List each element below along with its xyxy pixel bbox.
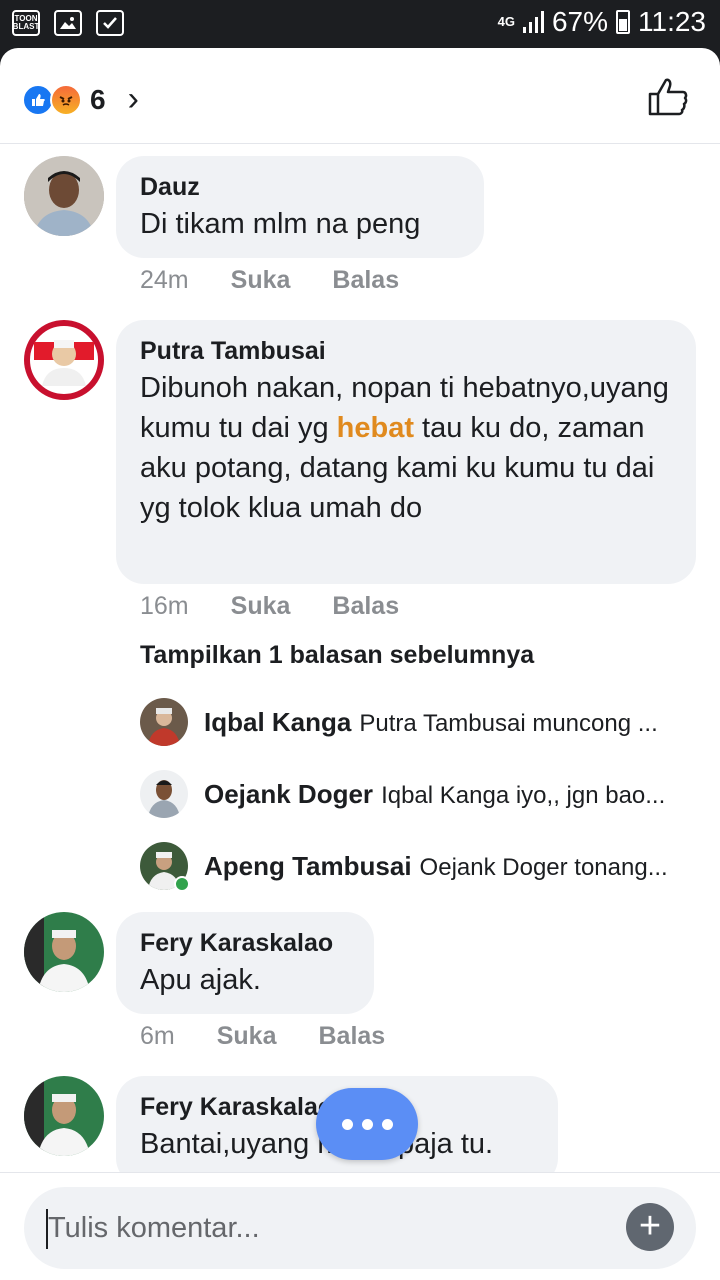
show-previous-replies-link[interactable]: Tampilkan 1 balasan sebelumnya: [140, 641, 534, 670]
dot-icon: [381, 1118, 393, 1130]
comment-text: Apu ajak.: [140, 964, 261, 996]
angry-icon: [50, 83, 82, 116]
comment-text: Dibunoh nakan, nopan ti hebatnyo,uyang k…: [140, 372, 669, 524]
dot-icon: [341, 1118, 353, 1130]
network-type: 4G: [497, 14, 515, 29]
reaction-count: 6: [90, 83, 106, 115]
avatar-putra-tambusai[interactable]: [24, 320, 104, 400]
comment-time: 16m: [140, 592, 189, 620]
reply-button[interactable]: Balas: [319, 1022, 386, 1051]
comment-time: 24m: [140, 266, 189, 294]
like-button[interactable]: Suka: [231, 266, 291, 295]
comment-input[interactable]: [24, 1187, 696, 1269]
reply-item[interactable]: Oejank Doger Iqbal Kanga iyo,, jgn bao...: [140, 768, 700, 820]
comment-actions: 24m Suka Balas: [140, 266, 441, 295]
add-attachment-icon[interactable]: +: [626, 1203, 674, 1251]
reply-author[interactable]: Iqbal Kanga: [204, 707, 351, 737]
comment-bubble[interactable]: Fery Karaskalao Apu ajak.: [116, 912, 374, 1014]
toon-blast-app-icon: TOON BLAST: [12, 10, 40, 36]
avatar[interactable]: [140, 770, 188, 818]
task-check-icon: [96, 10, 124, 36]
online-status-dot: [174, 876, 190, 892]
more-options-button[interactable]: [316, 1088, 418, 1160]
text-caret: [46, 1209, 48, 1249]
comments-sheet: 6 › Dauz Di tikam mlm na peng 24m Suka B…: [0, 48, 720, 1280]
thumbs-up-icon[interactable]: [646, 74, 690, 118]
reply-button[interactable]: Balas: [332, 592, 399, 621]
like-button[interactable]: Suka: [231, 592, 291, 621]
avatar[interactable]: [140, 842, 190, 892]
dot-icon: [361, 1118, 373, 1130]
avatar[interactable]: [140, 698, 188, 746]
comment-author[interactable]: Putra Tambusai: [140, 334, 672, 368]
signal-icon: [522, 11, 544, 33]
battery-percent: 67%: [551, 6, 608, 37]
clock: 11:23: [638, 6, 706, 37]
chevron-right-icon[interactable]: ›: [128, 80, 139, 119]
avatar-fery-karaskalao[interactable]: [24, 1076, 104, 1156]
reply-author[interactable]: Oejank Doger: [204, 779, 373, 809]
reply-item[interactable]: Apeng Tambusai Oejank Doger tonang...: [140, 840, 700, 892]
reactions-header: 6 ›: [0, 48, 720, 144]
comment-time: 6m: [140, 1022, 175, 1050]
battery-icon: [616, 10, 630, 34]
gallery-icon: [54, 10, 82, 36]
reply-text: Putra Tambusai muncong ...: [359, 709, 658, 737]
comment-composer: +: [0, 1172, 720, 1280]
highlighted-word-link[interactable]: hebat: [337, 412, 414, 444]
reply-button[interactable]: Balas: [332, 266, 399, 295]
comment-bubble[interactable]: Dauz Di tikam mlm na peng: [116, 156, 484, 258]
reply-text: Oejank Doger tonang...: [419, 853, 668, 881]
avatar-dauz[interactable]: [24, 156, 104, 236]
reactions-summary[interactable]: 6 ›: [22, 80, 139, 119]
comment-author[interactable]: Fery Karaskalao: [140, 926, 350, 960]
like-button[interactable]: Suka: [217, 1022, 277, 1051]
reply-item[interactable]: Iqbal Kanga Putra Tambusai muncong ...: [140, 696, 700, 748]
avatar-fery-karaskalao[interactable]: [24, 912, 104, 992]
reply-text: Iqbal Kanga iyo,, jgn bao...: [381, 781, 666, 809]
status-bar: TOON BLAST 4G 67% 11:23: [0, 0, 720, 48]
comment-author[interactable]: Dauz: [140, 170, 460, 204]
comment-actions: 6m Suka Balas: [140, 1022, 427, 1051]
comment-actions: 16m Suka Balas: [140, 592, 441, 621]
reply-author[interactable]: Apeng Tambusai: [204, 851, 412, 881]
comment-text: Di tikam mlm na peng: [140, 208, 421, 240]
comment-bubble[interactable]: Putra Tambusai Dibunoh nakan, nopan ti h…: [116, 320, 696, 584]
